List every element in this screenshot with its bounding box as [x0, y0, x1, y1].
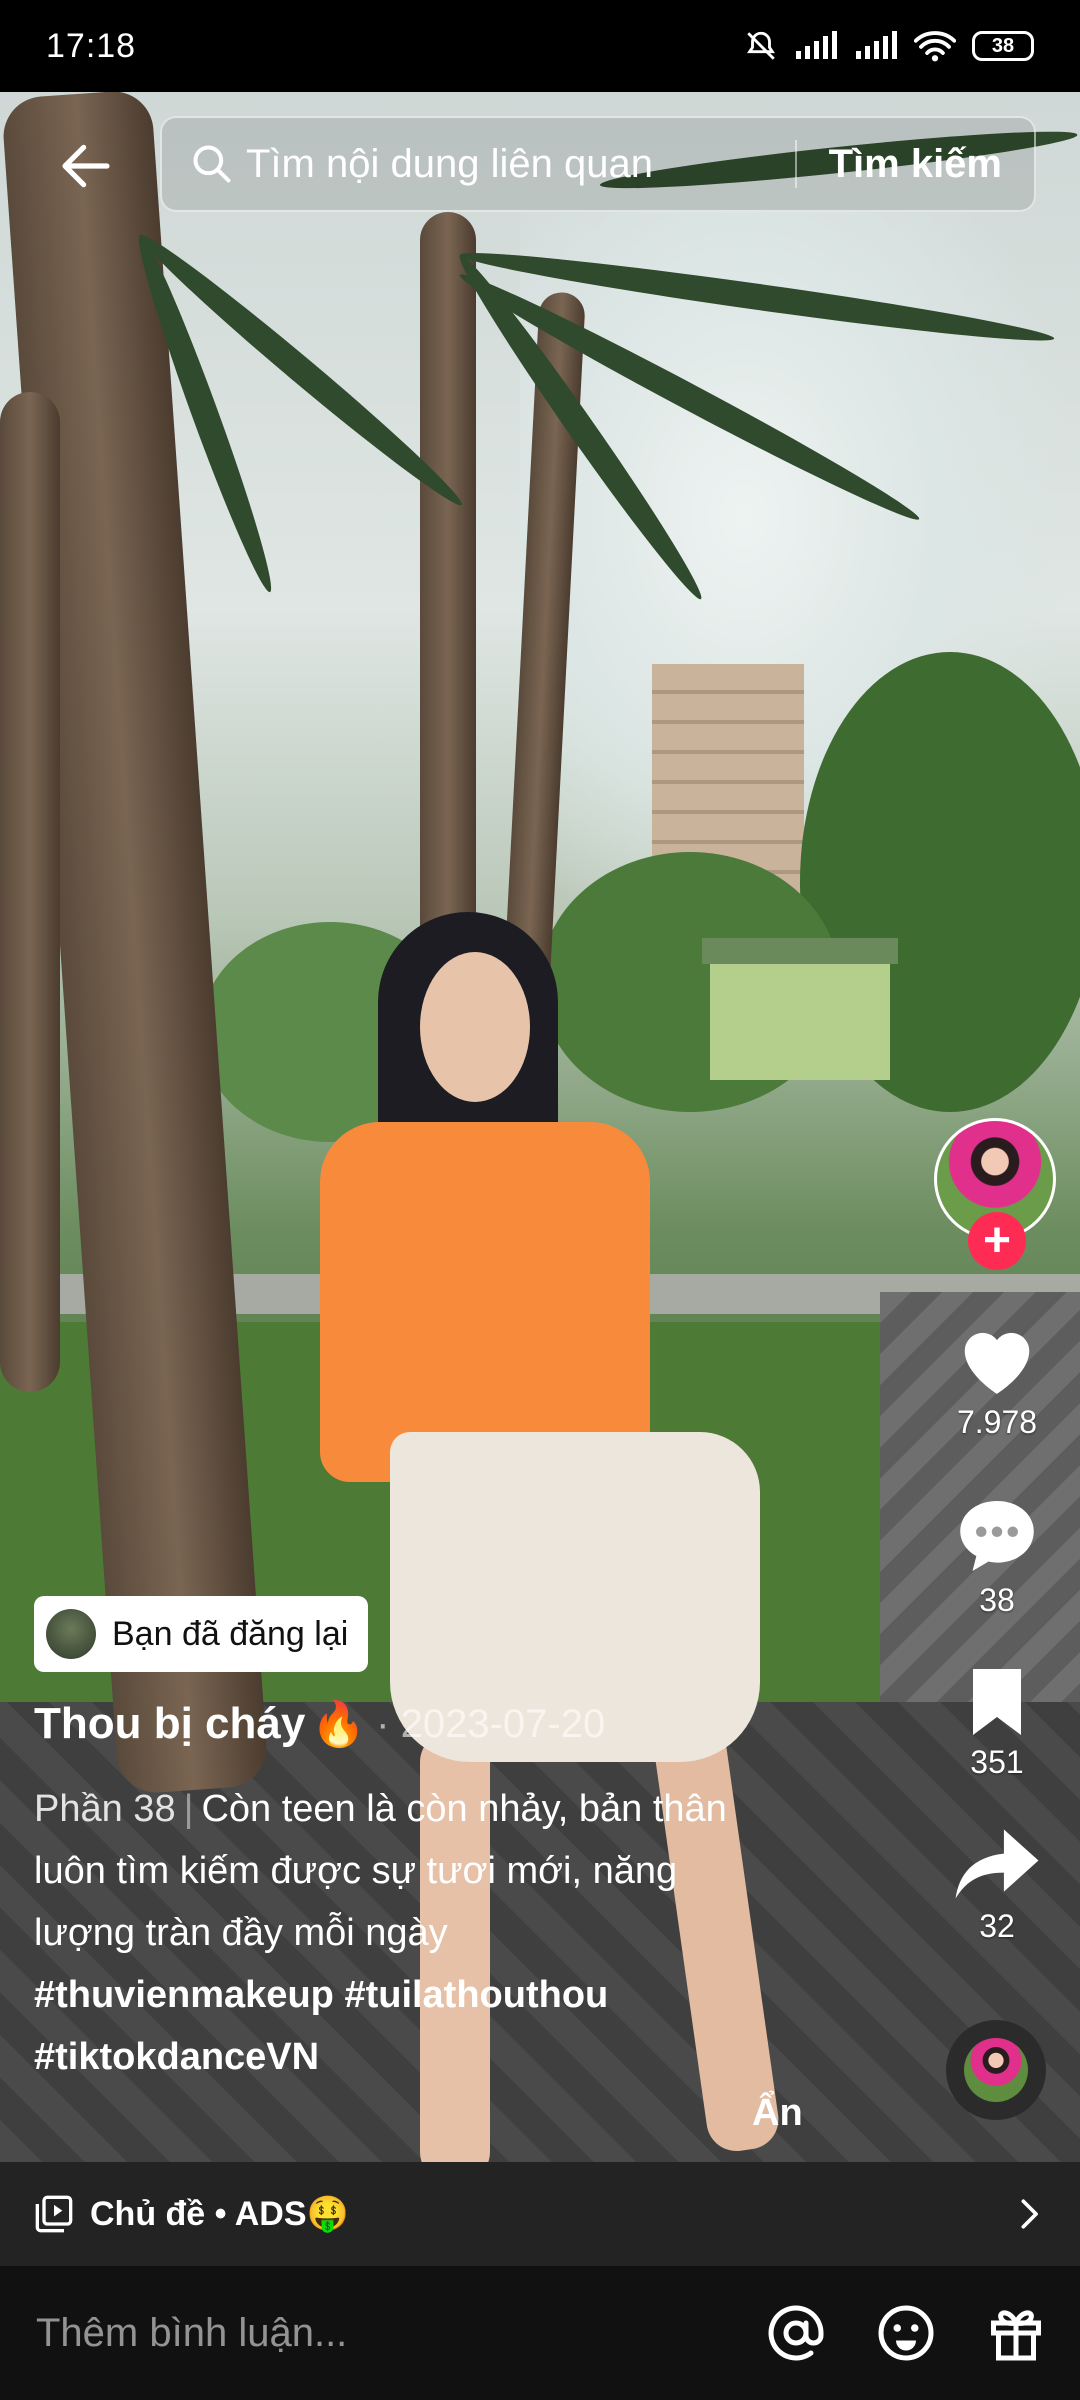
comment-count: 38 [979, 1582, 1015, 1618]
music-disc[interactable] [946, 2020, 1046, 2120]
share-arrow-icon [955, 1829, 1039, 1899]
mute-bell-icon [747, 31, 775, 60]
topic-bar[interactable]: Chủ đề • ADS🤑 [0, 2162, 1080, 2266]
hashtag-link[interactable]: #tuilathouthou [344, 1974, 608, 2016]
repost-badge[interactable]: Bạn đã đăng lại [34, 1596, 369, 1672]
emoji-icon [878, 2305, 934, 2361]
palm-trunk [0, 392, 60, 1392]
signal-icon-2 [856, 31, 897, 59]
dancer-shirt [320, 1122, 650, 1482]
search-button[interactable]: Tìm kiếm [797, 142, 1034, 187]
back-button[interactable] [50, 134, 122, 198]
repost-label: Bạn đã đăng lại [112, 1614, 349, 1653]
comment-button[interactable]: 38 [940, 1496, 1054, 1619]
repost-avatar [46, 1609, 96, 1659]
search-row: Tìm kiếm [0, 116, 1080, 216]
emoji-button[interactable] [876, 2303, 936, 2363]
part-separator: | [183, 1788, 194, 1830]
music-disc-cover [964, 2038, 1028, 2102]
share-count: 32 [979, 1908, 1015, 1944]
dancer-face [420, 952, 530, 1102]
bookmark-icon [973, 1669, 1021, 1735]
comment-input[interactable] [34, 2309, 716, 2357]
signal-icon [796, 31, 837, 59]
heart-icon [964, 1332, 1030, 1394]
topic-label: Chủ đề • ADS🤑 [90, 2195, 349, 2233]
hashtag-link[interactable]: #tiktokdanceVN [34, 2036, 319, 2078]
comment-bubble-icon [960, 1501, 1034, 1571]
status-bar: 17:18 38 [0, 0, 1080, 92]
like-button[interactable]: 7.978 [940, 1318, 1054, 1441]
status-time: 17:18 [46, 26, 137, 65]
hashtag-link[interactable]: #thuvienmakeup [34, 1974, 334, 2016]
gift-button[interactable] [986, 2303, 1046, 2363]
save-count: 351 [970, 1744, 1024, 1780]
palm-trunk [420, 212, 476, 1032]
background-house [702, 938, 898, 1080]
wifi-icon [914, 31, 956, 62]
post-author-line[interactable]: Thou bị cháy 🔥 · 2023-07-20 [34, 1698, 605, 1750]
at-sign-icon [768, 2305, 824, 2361]
search-input[interactable] [234, 124, 795, 204]
follow-button[interactable]: + [968, 1212, 1026, 1270]
creator-avatar-wrap[interactable]: + [934, 1118, 1058, 1270]
hide-caption-button[interactable]: Ẩn [752, 2092, 803, 2135]
chevron-right-icon [1021, 2199, 1038, 2229]
fire-emoji: 🔥 [311, 1700, 367, 1749]
post-caption: Phần 38 | Còn teen là còn nhảy, bản thân l… [34, 1778, 734, 2088]
post-date: · 2023-07-20 [376, 1701, 606, 1746]
search-icon [193, 145, 231, 183]
part-label: Phần 38 [34, 1788, 176, 1830]
arrow-left-icon [62, 144, 110, 188]
save-button[interactable]: 351 [940, 1666, 1054, 1781]
comment-bar [0, 2266, 1080, 2400]
search-box[interactable]: Tìm kiếm [160, 116, 1036, 212]
gift-icon [991, 2310, 1041, 2361]
like-count: 7.978 [956, 1404, 1038, 1440]
status-icons: 38 [744, 29, 1034, 63]
battery-indicator: 38 [972, 31, 1034, 61]
mention-button[interactable] [766, 2303, 826, 2363]
post-author-name[interactable]: Thou bị cháy [34, 1699, 305, 1749]
playlist-icon [35, 2195, 73, 2233]
share-button[interactable]: 32 [940, 1826, 1054, 1945]
